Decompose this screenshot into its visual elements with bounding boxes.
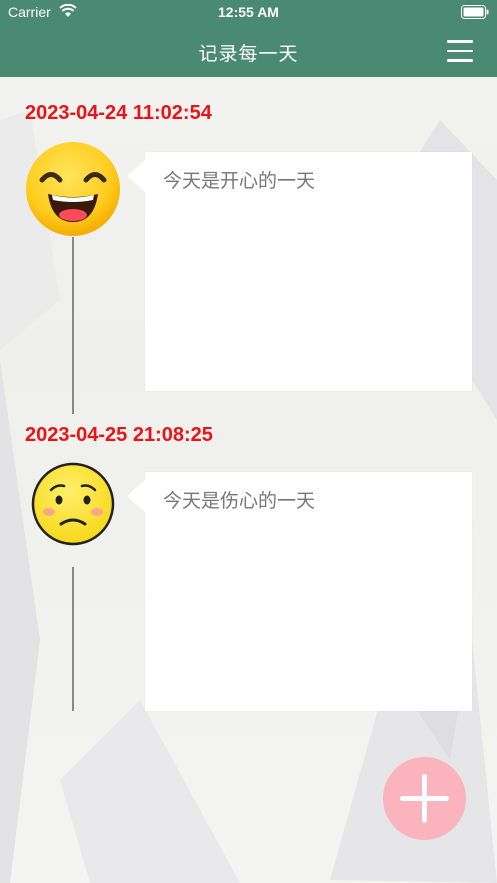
entry-text: 今天是伤心的一天	[163, 490, 316, 512]
timeline-line	[72, 237, 74, 414]
hamburger-menu-icon[interactable]	[447, 39, 473, 63]
entry-text: 今天是开心的一天	[163, 170, 316, 192]
page-title: 记录每一天	[198, 43, 299, 65]
timeline-line	[72, 567, 74, 711]
sad-face-icon[interactable]	[31, 462, 115, 546]
status-bar: Carrier 12:55 AM	[0, 0, 497, 26]
add-button[interactable]	[383, 757, 466, 840]
entry-date: 2023-04-24 11:02:54	[25, 102, 212, 124]
happy-face-icon[interactable]	[24, 140, 122, 238]
entry-card[interactable]: 今天是开心的一天	[127, 152, 472, 391]
nav-bar: 记录每一天	[0, 26, 497, 77]
battery-icon	[461, 5, 489, 19]
clock: 12:55 AM	[218, 4, 279, 20]
entry-date: 2023-04-25 21:08:25	[25, 424, 213, 446]
entry-card[interactable]: 今天是伤心的一天	[127, 472, 472, 711]
plus-icon	[422, 774, 427, 823]
